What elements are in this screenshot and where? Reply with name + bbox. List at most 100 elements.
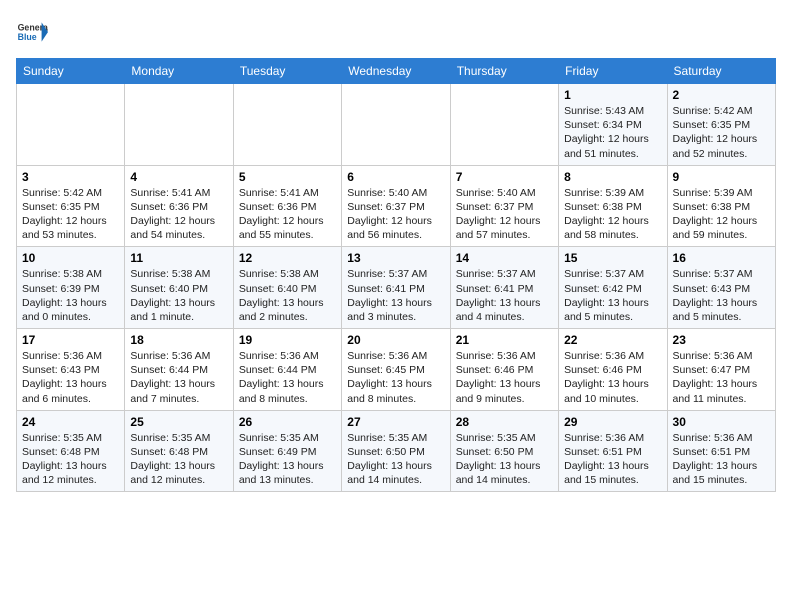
svg-text:Blue: Blue [18,32,37,42]
day-cell: 18 Sunrise: 5:36 AM Sunset: 6:44 PM Dayli… [125,329,233,411]
day-number: 12 [239,251,336,265]
day-info: Sunrise: 5:38 AM Sunset: 6:40 PM Dayligh… [130,267,227,324]
day-number: 17 [22,333,119,347]
day-cell: 6 Sunrise: 5:40 AM Sunset: 6:37 PM Daylig… [342,165,450,247]
day-cell: 10 Sunrise: 5:38 AM Sunset: 6:39 PM Dayli… [17,247,125,329]
day-number: 30 [673,415,770,429]
day-info: Sunrise: 5:42 AM Sunset: 6:35 PM Dayligh… [673,104,770,161]
day-number: 1 [564,88,661,102]
day-info: Sunrise: 5:42 AM Sunset: 6:35 PM Dayligh… [22,186,119,243]
day-info: Sunrise: 5:36 AM Sunset: 6:45 PM Dayligh… [347,349,444,406]
day-number: 7 [456,170,553,184]
calendar-table: SundayMondayTuesdayWednesdayThursdayFrid… [16,58,776,492]
day-cell: 16 Sunrise: 5:37 AM Sunset: 6:43 PM Dayli… [667,247,775,329]
day-number: 9 [673,170,770,184]
week-row-2: 3 Sunrise: 5:42 AM Sunset: 6:35 PM Daylig… [17,165,776,247]
day-info: Sunrise: 5:36 AM Sunset: 6:47 PM Dayligh… [673,349,770,406]
weekday-header-tuesday: Tuesday [233,59,341,84]
day-number: 23 [673,333,770,347]
weekday-header-row: SundayMondayTuesdayWednesdayThursdayFrid… [17,59,776,84]
day-number: 19 [239,333,336,347]
day-cell: 26Sunrise: 5:35 AM Sunset: 6:49 PM Dayli… [233,410,341,492]
day-number: 10 [22,251,119,265]
day-info: Sunrise: 5:35 AM Sunset: 6:48 PM Dayligh… [22,431,119,488]
logo-icon: General Blue [16,16,48,48]
day-info: Sunrise: 5:39 AM Sunset: 6:38 PM Dayligh… [564,186,661,243]
day-info: Sunrise: 5:36 AM Sunset: 6:46 PM Dayligh… [564,349,661,406]
day-number: 15 [564,251,661,265]
day-info: Sunrise: 5:41 AM Sunset: 6:36 PM Dayligh… [239,186,336,243]
day-cell: 12 Sunrise: 5:38 AM Sunset: 6:40 PM Dayli… [233,247,341,329]
day-number: 18 [130,333,227,347]
day-info: Sunrise: 5:36 AM Sunset: 6:51 PM Dayligh… [673,431,770,488]
page-header: General Blue [16,16,776,48]
day-info: Sunrise: 5:43 AM Sunset: 6:34 PM Dayligh… [564,104,661,161]
day-info: Sunrise: 5:38 AM Sunset: 6:40 PM Dayligh… [239,267,336,324]
logo: General Blue [16,16,48,48]
day-info: Sunrise: 5:37 AM Sunset: 6:42 PM Dayligh… [564,267,661,324]
day-number: 16 [673,251,770,265]
day-number: 24 [22,415,119,429]
day-cell [342,84,450,166]
day-cell: 7 Sunrise: 5:40 AM Sunset: 6:37 PM Daylig… [450,165,558,247]
day-info: Sunrise: 5:35 AM Sunset: 6:50 PM Dayligh… [347,431,444,488]
day-cell: 20 Sunrise: 5:36 AM Sunset: 6:45 PM Dayli… [342,329,450,411]
day-info: Sunrise: 5:36 AM Sunset: 6:44 PM Dayligh… [130,349,227,406]
day-info: Sunrise: 5:37 AM Sunset: 6:43 PM Dayligh… [673,267,770,324]
day-cell: 22 Sunrise: 5:36 AM Sunset: 6:46 PM Dayli… [559,329,667,411]
day-number: 11 [130,251,227,265]
day-number: 25 [130,415,227,429]
day-cell [17,84,125,166]
day-number: 4 [130,170,227,184]
day-info: Sunrise: 5:36 AM Sunset: 6:51 PM Dayligh… [564,431,661,488]
day-cell: 24 Sunrise: 5:35 AM Sunset: 6:48 PM Dayli… [17,410,125,492]
day-cell: 19 Sunrise: 5:36 AM Sunset: 6:44 PM Dayli… [233,329,341,411]
day-number: 2 [673,88,770,102]
day-info: Sunrise: 5:38 AM Sunset: 6:39 PM Dayligh… [22,267,119,324]
day-number: 20 [347,333,444,347]
weekday-header-wednesday: Wednesday [342,59,450,84]
week-row-1: 1 Sunrise: 5:43 AM Sunset: 6:34 PM Daylig… [17,84,776,166]
day-info: Sunrise: 5:37 AM Sunset: 6:41 PM Dayligh… [456,267,553,324]
day-number: 3 [22,170,119,184]
day-number: 8 [564,170,661,184]
day-number: 21 [456,333,553,347]
weekday-header-saturday: Saturday [667,59,775,84]
weekday-header-thursday: Thursday [450,59,558,84]
day-info: Sunrise: 5:40 AM Sunset: 6:37 PM Dayligh… [347,186,444,243]
day-cell: 4 Sunrise: 5:41 AM Sunset: 6:36 PM Daylig… [125,165,233,247]
week-row-5: 24 Sunrise: 5:35 AM Sunset: 6:48 PM Dayli… [17,410,776,492]
weekday-header-sunday: Sunday [17,59,125,84]
day-info: Sunrise: 5:41 AM Sunset: 6:36 PM Dayligh… [130,186,227,243]
day-cell: 21 Sunrise: 5:36 AM Sunset: 6:46 PM Dayli… [450,329,558,411]
day-cell: 23 Sunrise: 5:36 AM Sunset: 6:47 PM Dayli… [667,329,775,411]
day-info: Sunrise: 5:37 AM Sunset: 6:41 PM Dayligh… [347,267,444,324]
day-info: Sunrise: 5:36 AM Sunset: 6:43 PM Dayligh… [22,349,119,406]
day-number: 5 [239,170,336,184]
day-cell: 28 Sunrise: 5:35 AM Sunset: 6:50 PM Dayli… [450,410,558,492]
day-number: 6 [347,170,444,184]
week-row-4: 17 Sunrise: 5:36 AM Sunset: 6:43 PM Dayli… [17,329,776,411]
day-cell: 9Sunrise: 5:39 AM Sunset: 6:38 PM Daylig… [667,165,775,247]
day-cell [125,84,233,166]
week-row-3: 10 Sunrise: 5:38 AM Sunset: 6:39 PM Dayli… [17,247,776,329]
day-cell: 2 Sunrise: 5:42 AM Sunset: 6:35 PM Daylig… [667,84,775,166]
day-info: Sunrise: 5:35 AM Sunset: 6:48 PM Dayligh… [130,431,227,488]
day-number: 14 [456,251,553,265]
day-cell: 13 Sunrise: 5:37 AM Sunset: 6:41 PM Dayli… [342,247,450,329]
day-cell: 3 Sunrise: 5:42 AM Sunset: 6:35 PM Daylig… [17,165,125,247]
day-info: Sunrise: 5:40 AM Sunset: 6:37 PM Dayligh… [456,186,553,243]
day-info: Sunrise: 5:36 AM Sunset: 6:46 PM Dayligh… [456,349,553,406]
weekday-header-friday: Friday [559,59,667,84]
day-number: 29 [564,415,661,429]
day-cell: 5 Sunrise: 5:41 AM Sunset: 6:36 PM Daylig… [233,165,341,247]
day-number: 27 [347,415,444,429]
day-info: Sunrise: 5:36 AM Sunset: 6:44 PM Dayligh… [239,349,336,406]
day-info: Sunrise: 5:35 AM Sunset: 6:50 PM Dayligh… [456,431,553,488]
day-number: 13 [347,251,444,265]
day-cell: 15 Sunrise: 5:37 AM Sunset: 6:42 PM Dayli… [559,247,667,329]
day-cell: 27 Sunrise: 5:35 AM Sunset: 6:50 PM Dayli… [342,410,450,492]
day-number: 28 [456,415,553,429]
day-cell: 14 Sunrise: 5:37 AM Sunset: 6:41 PM Dayli… [450,247,558,329]
day-number: 22 [564,333,661,347]
